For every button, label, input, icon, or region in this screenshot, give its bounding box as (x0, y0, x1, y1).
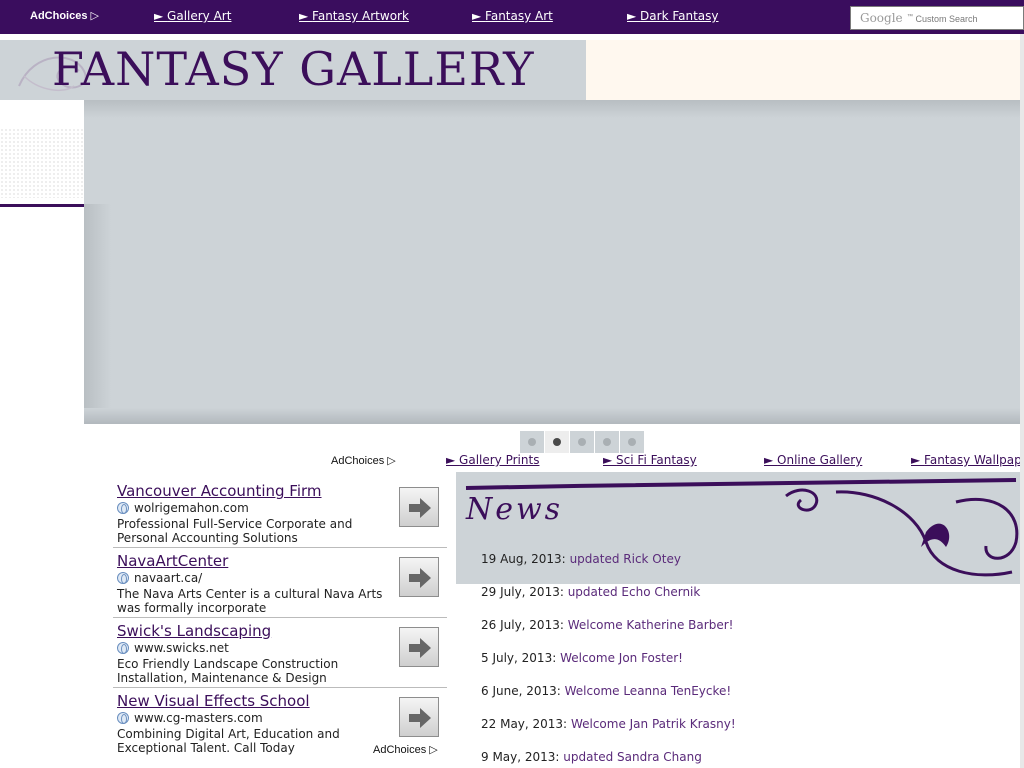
ad-url[interactable]: wolrigemahon.com (134, 501, 249, 515)
arrow-right-icon[interactable] (399, 697, 439, 737)
google-logo: Google (860, 11, 903, 25)
left-decoration (0, 100, 84, 207)
site-title: FANTASY GALLERY (52, 42, 535, 96)
globe-icon (117, 712, 129, 724)
slider-dot-active[interactable] (545, 431, 569, 453)
ad-url[interactable]: www.cg-masters.com (134, 711, 263, 725)
adchoices-link[interactable]: AdChoices ▷ (30, 9, 99, 22)
news-item: 9 May, 2013: updated Sandra Chang (481, 750, 702, 764)
news-link[interactable]: Welcome Jon Foster! (560, 651, 683, 665)
slider-dot[interactable] (570, 431, 594, 453)
search-input[interactable]: Google ™ Custom Search (850, 6, 1024, 30)
news-item: 22 May, 2013: Welcome Jan Patrik Krasny! (481, 717, 736, 731)
news-item: 29 July, 2013: updated Echo Chernik (481, 585, 701, 599)
ad-description: Professional Full-Service Corporate and … (117, 517, 353, 545)
flourish-icon (465, 478, 1019, 577)
ad-list: Vancouver Accounting Firm wolrigemahon.c… (113, 478, 447, 757)
arrow-right-icon[interactable] (399, 627, 439, 667)
search-placeholder: Custom Search (915, 14, 978, 24)
news-item: 6 June, 2013: Welcome Leanna TenEycke! (481, 684, 732, 698)
top-link-dark-fantasy[interactable]: ► Dark Fantasy (627, 9, 719, 23)
top-nav-bar: AdChoices ▷ ► Gallery Art ► Fantasy Artw… (0, 0, 1024, 34)
ad-item: NavaArtCenter navaart.ca/ The Nava Arts … (113, 548, 447, 618)
ad-item: Vancouver Accounting Firm wolrigemahon.c… (113, 478, 447, 548)
top-link-fantasy-art[interactable]: ► Fantasy Art (472, 9, 553, 23)
ad-title[interactable]: Vancouver Accounting Firm (117, 482, 322, 500)
news-link[interactable]: updated Sandra Chang (563, 750, 702, 764)
top-link-gallery-art[interactable]: ► Gallery Art (154, 9, 231, 23)
globe-icon (117, 642, 129, 654)
link-sci-fi-fantasy[interactable]: ► Sci Fi Fantasy (603, 453, 697, 467)
slider-dot[interactable] (620, 431, 644, 453)
adchoices-link[interactable]: AdChoices ▷ (331, 454, 396, 467)
ad-url[interactable]: navaart.ca/ (134, 571, 202, 585)
slider-pagination (520, 431, 645, 453)
scrollbar-edge (1020, 34, 1024, 768)
ad-title[interactable]: Swick's Landscaping (117, 622, 271, 640)
news-item: 19 Aug, 2013: updated Rick Otey (481, 552, 681, 566)
link-gallery-prints[interactable]: ► Gallery Prints (446, 453, 539, 467)
image-slider[interactable] (84, 100, 1024, 424)
ad-title[interactable]: NavaArtCenter (117, 552, 228, 570)
ad-description: Combining Digital Art, Education and Exc… (117, 727, 340, 755)
globe-icon (117, 502, 129, 514)
arrow-right-icon[interactable] (399, 487, 439, 527)
ad-description: Eco Friendly Landscape Construction Inst… (117, 657, 339, 685)
ad-title[interactable]: New Visual Effects School (117, 692, 310, 710)
slider-dot[interactable] (595, 431, 619, 453)
globe-icon (117, 572, 129, 584)
news-link[interactable]: Welcome Leanna TenEycke! (565, 684, 732, 698)
news-title: News (466, 492, 564, 527)
top-link-fantasy-artwork[interactable]: ► Fantasy Artwork (299, 9, 409, 23)
news-link[interactable]: updated Rick Otey (570, 552, 681, 566)
link-online-gallery[interactable]: ► Online Gallery (764, 453, 862, 467)
news-item: 5 July, 2013: Welcome Jon Foster! (481, 651, 683, 665)
slider-dot[interactable] (520, 431, 544, 453)
news-header: News (456, 472, 1024, 584)
site-logo[interactable]: FANTASY GALLERY (0, 40, 586, 100)
ad-url[interactable]: www.swicks.net (134, 641, 229, 655)
arrow-right-icon[interactable] (399, 557, 439, 597)
news-link[interactable]: Welcome Katherine Barber! (568, 618, 734, 632)
news-item: 26 July, 2013: Welcome Katherine Barber! (481, 618, 734, 632)
header-banner (586, 40, 1024, 100)
ad-description: The Nava Arts Center is a cultural Nava … (117, 587, 383, 615)
ad-item: Swick's Landscaping www.swicks.net Eco F… (113, 618, 447, 688)
news-link[interactable]: updated Echo Chernik (568, 585, 701, 599)
news-link[interactable]: Welcome Jan Patrik Krasny! (571, 717, 736, 731)
adchoices-link[interactable]: AdChoices ▷ (373, 743, 438, 756)
link-fantasy-wallpapers[interactable]: ► Fantasy Wallpap (911, 453, 1022, 467)
